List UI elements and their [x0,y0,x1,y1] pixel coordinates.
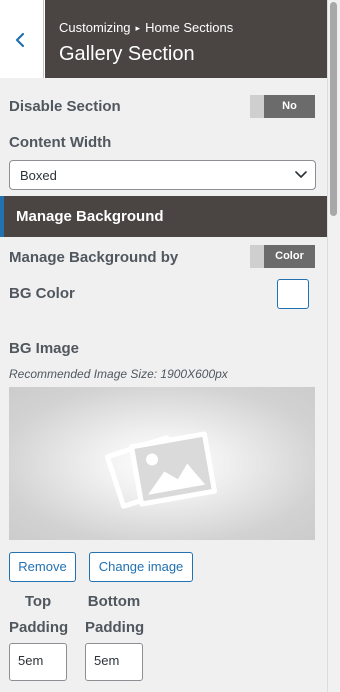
bottom-padding-input[interactable]: 5em [85,643,143,681]
image-placeholder-icon [104,431,217,509]
content-width-select[interactable]: Boxed [9,160,316,190]
page-title: Gallery Section [59,43,195,65]
toggle-state-label: No [264,95,315,118]
bottom-padding-label-line2: Padding [85,619,145,636]
change-image-button[interactable]: Change image [89,552,193,582]
breadcrumb-root: Customizing [59,20,131,35]
manage-background-by-toggle[interactable]: Color [250,245,315,268]
content-width-selected: Boxed [20,168,57,183]
bg-image-size-note: Recommended Image Size: 1900X600px [9,367,228,381]
panel-scrollbar[interactable] [327,0,340,692]
manage-background-by-label: Manage Background by [9,249,179,266]
toggle-knob [250,95,264,118]
scrollbar-thumb[interactable] [330,2,337,216]
scrollbar-track [327,0,328,692]
breadcrumb: Customizing ▸ Home Sections [59,20,233,35]
disable-section-label: Disable Section [9,98,121,115]
manage-background-heading: Manage Background [0,196,327,237]
toggle-state-label: Color [264,245,315,268]
bottom-padding-label-line1: Bottom [87,593,141,610]
back-button[interactable] [0,0,44,78]
bg-color-label: BG Color [9,285,75,302]
toggle-knob [250,245,264,268]
top-padding-label-line2: Padding [9,619,69,636]
breadcrumb-parent: Home Sections [145,20,234,35]
chevron-down-icon [295,171,307,178]
customizer-panel: Customizing ▸ Home Sections Gallery Sectio… [0,0,327,692]
chevron-left-icon [15,32,25,48]
top-padding-label-line1: Top [24,593,52,610]
bg-image-preview[interactable] [9,387,315,540]
disable-section-toggle[interactable]: No [250,95,315,118]
remove-image-button[interactable]: Remove [9,552,76,582]
content-width-label: Content Width [9,134,112,151]
bg-color-swatch[interactable] [277,279,309,309]
manage-background-heading-text: Manage Background [16,208,164,225]
breadcrumb-separator: ▸ [135,23,141,33]
top-padding-input[interactable]: 5em [9,643,67,681]
bg-image-label: BG Image [9,340,80,357]
panel-header: Customizing ▸ Home Sections Gallery Sectio… [0,0,327,78]
section-title-box: Customizing ▸ Home Sections Gallery Sectio… [45,0,327,78]
